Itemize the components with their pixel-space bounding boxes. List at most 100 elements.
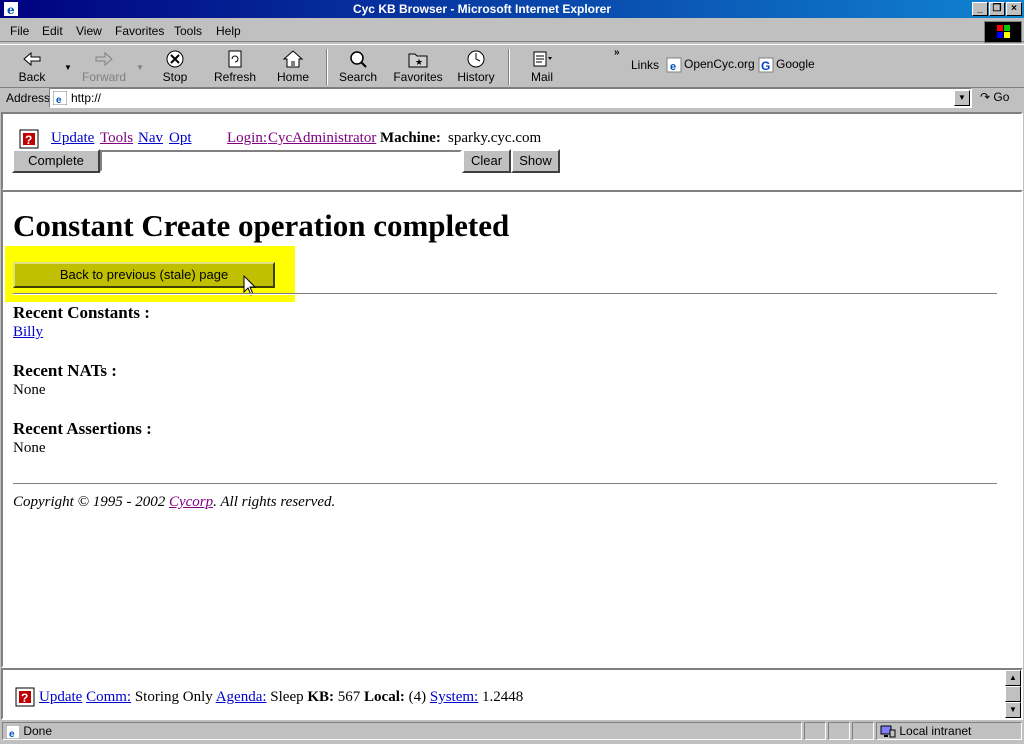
- system-link[interactable]: System:: [430, 689, 478, 705]
- login-user-link[interactable]: CycAdministrator: [268, 130, 376, 147]
- comm-link[interactable]: Comm:: [86, 689, 131, 705]
- favorites-button[interactable]: ★ Favorites: [392, 47, 444, 87]
- svg-text:?: ?: [21, 691, 28, 705]
- login-link[interactable]: Login:: [227, 130, 267, 147]
- status-bar: e Done Local intranet: [0, 722, 1024, 744]
- svg-text:★: ★: [415, 57, 423, 67]
- home-icon: [282, 50, 304, 68]
- page-title: Constant Create operation completed: [13, 208, 510, 243]
- home-button[interactable]: Home: [272, 47, 314, 87]
- bottom-frame: ? Update Comm: Storing Only Agenda: Slee…: [1, 668, 1023, 720]
- agenda-link[interactable]: Agenda:: [216, 689, 267, 705]
- menu-view[interactable]: View: [76, 24, 102, 38]
- menu-favorites[interactable]: Favorites: [115, 24, 164, 38]
- minimize-button[interactable]: _: [972, 2, 988, 16]
- nav-update-link[interactable]: Update: [51, 130, 94, 147]
- link-google[interactable]: G Google: [758, 57, 815, 75]
- mail-button[interactable]: Mail: [522, 47, 562, 87]
- menu-help[interactable]: Help: [216, 24, 241, 38]
- toolbar: Back ▼ Forward ▼ Stop Refresh Home Searc…: [0, 44, 1024, 88]
- svg-text:e: e: [56, 95, 62, 105]
- refresh-button[interactable]: Refresh: [210, 47, 260, 87]
- forward-dropdown-icon[interactable]: ▼: [136, 63, 144, 72]
- constant-input[interactable]: [100, 150, 462, 172]
- svg-text:G: G: [761, 59, 770, 73]
- recent-assertions-title: Recent Assertions :: [13, 419, 152, 438]
- bottom-update-link[interactable]: Update: [39, 689, 82, 705]
- nav-nav-link[interactable]: Nav: [138, 130, 163, 147]
- back-button[interactable]: Back: [10, 47, 54, 87]
- menu-edit[interactable]: Edit: [42, 24, 63, 38]
- status-line: Update Comm: Storing Only Agenda: Sleep …: [39, 689, 523, 706]
- kb-label: KB:: [307, 689, 335, 705]
- go-button[interactable]: ↷ Go: [980, 90, 1009, 104]
- menu-file[interactable]: File: [10, 24, 29, 38]
- address-field[interactable]: e ▼: [49, 88, 972, 108]
- show-button[interactable]: Show: [511, 149, 560, 173]
- cyc-help-icon[interactable]: ?: [19, 129, 39, 149]
- machine-value: sparky.cyc.com: [448, 130, 542, 146]
- status-cell: [828, 722, 850, 740]
- nav-opt-link[interactable]: Opt: [169, 130, 192, 147]
- machine-label: Machine:: [380, 130, 441, 146]
- back-arrow-icon: [23, 51, 41, 67]
- menu-bar: File Edit View Favorites Tools Help: [0, 20, 1024, 42]
- cycorp-link[interactable]: Cycorp: [169, 494, 213, 510]
- comm-value: Storing Only: [134, 689, 213, 705]
- ie-page-icon: e: [666, 57, 682, 73]
- kb-value: 567: [337, 689, 361, 705]
- stop-button[interactable]: Stop: [156, 47, 194, 87]
- scroll-down-icon[interactable]: ▼: [1005, 702, 1021, 718]
- search-button[interactable]: Search: [336, 47, 380, 87]
- address-input[interactable]: [71, 91, 931, 105]
- local-value: (4): [408, 689, 427, 705]
- divider: [13, 483, 997, 485]
- menu-tools[interactable]: Tools: [174, 24, 202, 38]
- svg-text:e: e: [670, 61, 676, 73]
- restore-button[interactable]: ❐: [989, 2, 1005, 16]
- windows-logo-icon: [984, 21, 1022, 43]
- ie-page-icon: e: [53, 91, 67, 105]
- back-to-previous-button[interactable]: Back to previous (stale) page: [13, 262, 275, 288]
- scroll-up-icon[interactable]: ▲: [1005, 670, 1021, 686]
- svg-text:?: ?: [25, 133, 32, 147]
- copyright-notice: Copyright © 1995 - 2002 Cycorp. All righ…: [13, 494, 336, 510]
- agenda-value: Sleep: [270, 689, 304, 705]
- address-bar: Address e ▼ ↷ Go: [0, 88, 1024, 109]
- address-dropdown-icon[interactable]: ▼: [954, 90, 970, 106]
- close-button[interactable]: ×: [1006, 2, 1022, 16]
- bottom-scrollbar[interactable]: ▲ ▼: [1005, 670, 1021, 718]
- complete-button[interactable]: Complete: [12, 149, 100, 173]
- mail-icon: [533, 51, 552, 67]
- search-icon: [350, 51, 367, 68]
- cyc-help-icon[interactable]: ?: [15, 687, 35, 707]
- intranet-icon: [880, 725, 896, 738]
- address-label: Address: [6, 91, 51, 105]
- toolbar-chevron-icon[interactable]: »: [614, 47, 620, 58]
- forward-arrow-icon: [95, 51, 113, 67]
- main-frame: Constant Create operation completed Back…: [1, 190, 1023, 668]
- status-cell: [852, 722, 874, 740]
- recent-nats-title: Recent NATs :: [13, 361, 117, 380]
- status-text-cell: e Done: [2, 722, 802, 740]
- zone-cell: Local intranet: [876, 722, 1022, 740]
- favorites-folder-icon: ★: [408, 53, 428, 68]
- links-label[interactable]: Links: [631, 58, 659, 72]
- local-label: Local:: [364, 689, 405, 705]
- forward-button[interactable]: Forward: [80, 47, 128, 87]
- nav-tools-link[interactable]: Tools: [100, 130, 133, 147]
- toolbar-separator: [508, 49, 510, 85]
- back-dropdown-icon[interactable]: ▼: [64, 63, 72, 72]
- history-button[interactable]: History: [456, 47, 496, 87]
- status-text: Done: [23, 724, 53, 738]
- link-opencyc[interactable]: e OpenCyc.org: [666, 57, 755, 75]
- recent-nats-value: None: [13, 382, 46, 398]
- recent-constants-title: Recent Constants :: [13, 303, 150, 322]
- clear-button[interactable]: Clear: [462, 149, 511, 173]
- recent-constant-link[interactable]: Billy: [13, 324, 43, 341]
- stop-icon: [166, 50, 184, 68]
- refresh-icon: [228, 50, 242, 68]
- toolbar-separator: [326, 49, 328, 85]
- status-cell: [804, 722, 826, 740]
- scroll-thumb[interactable]: [1005, 686, 1021, 702]
